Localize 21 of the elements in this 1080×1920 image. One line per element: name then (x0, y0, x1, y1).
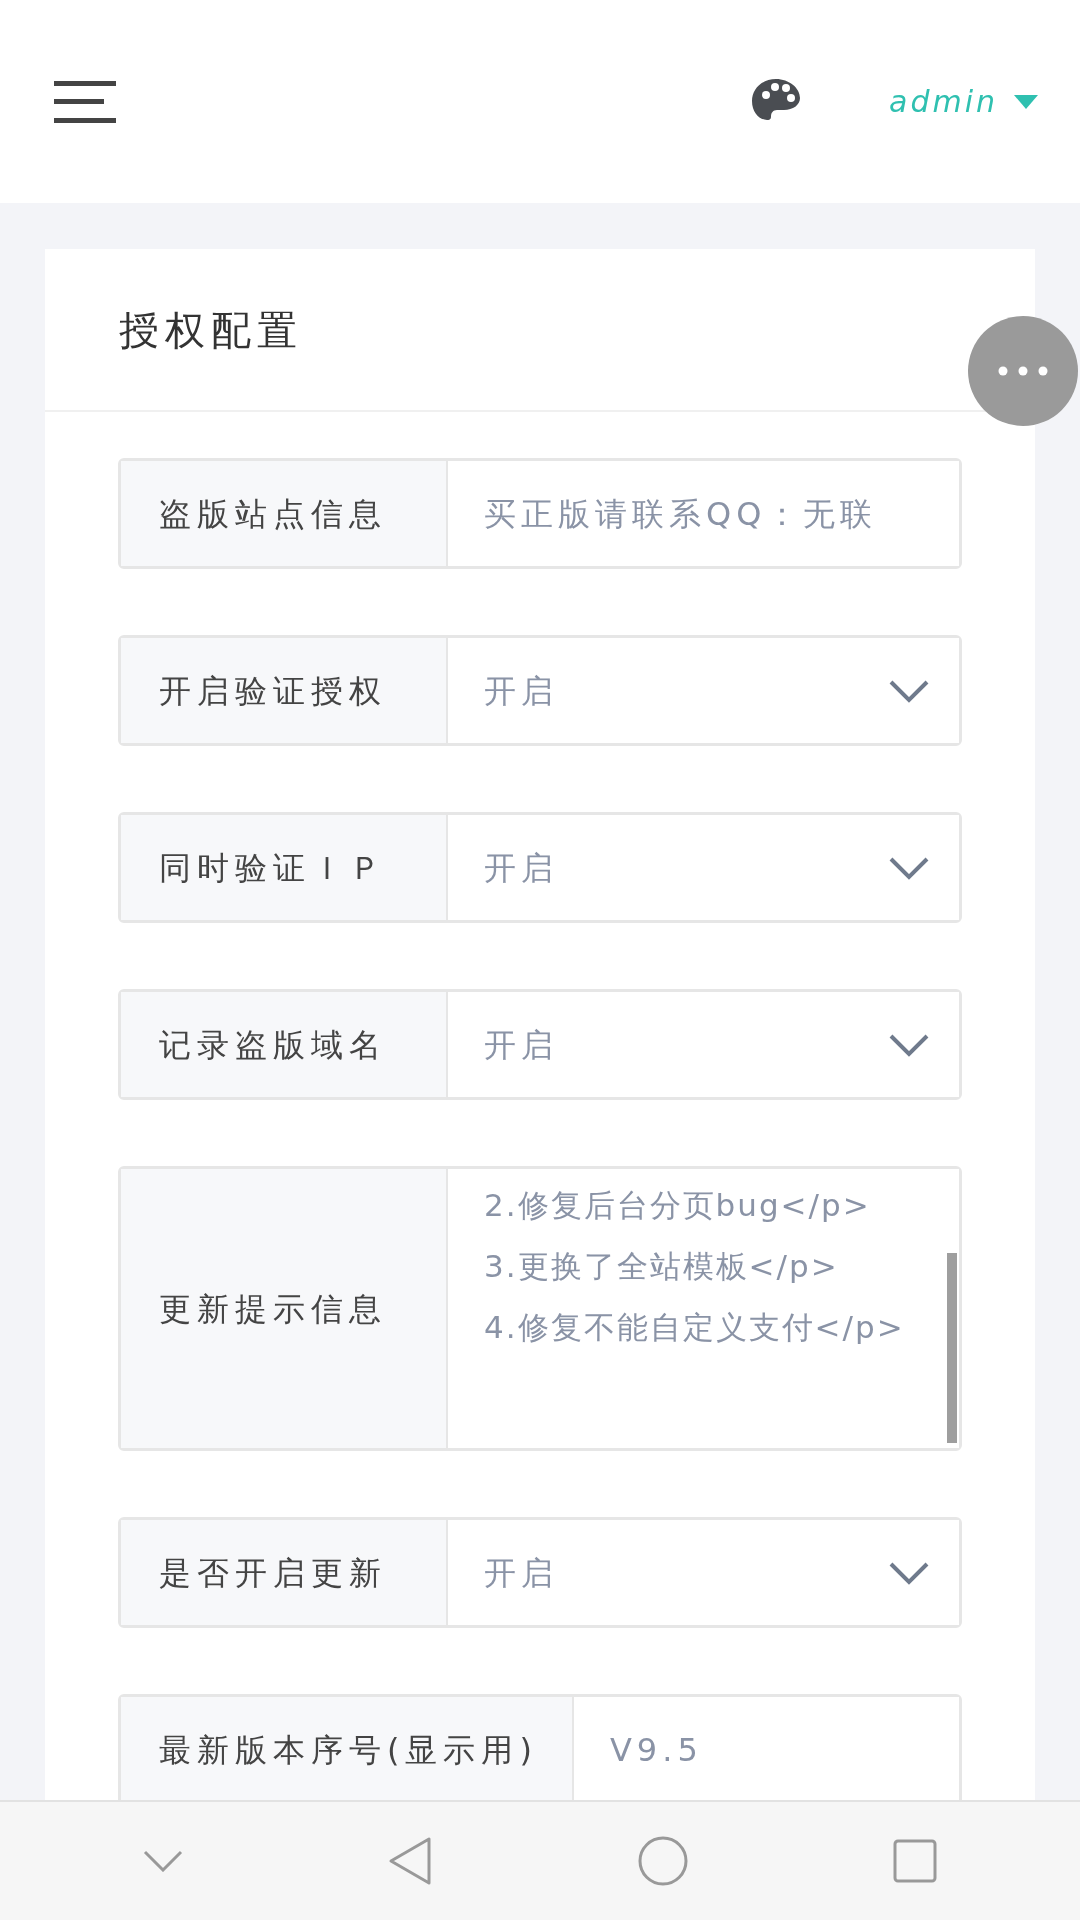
chevron-down-icon (889, 678, 929, 703)
more-icon (998, 366, 1048, 376)
chevron-down-icon[interactable] (142, 1850, 183, 1872)
field-label: 同时验证ＩＰ (121, 815, 448, 920)
back-icon[interactable] (388, 1836, 433, 1886)
chevron-down-icon (889, 1560, 929, 1585)
field-label: 盗版站点信息 (121, 461, 448, 566)
chevron-down-icon (889, 1032, 929, 1057)
field-label: 最新版本序号(显示用) (121, 1697, 574, 1800)
user-menu-link[interactable]: admin (889, 79, 998, 124)
field-label: 是否开启更新 (121, 1520, 448, 1625)
menu-icon[interactable] (54, 80, 116, 123)
recent-apps-icon[interactable] (893, 1839, 938, 1883)
field-label: 记录盗版域名 (121, 992, 448, 1097)
field-label: 更新提示信息 (121, 1169, 448, 1448)
card-title: 授权配置 (119, 305, 303, 355)
caret-icon (1014, 94, 1038, 109)
chevron-down-icon (889, 855, 929, 880)
home-icon[interactable] (637, 1836, 688, 1886)
scrollbar-thumb[interactable] (947, 1253, 957, 1443)
field-label: 开启验证授权 (121, 638, 448, 743)
